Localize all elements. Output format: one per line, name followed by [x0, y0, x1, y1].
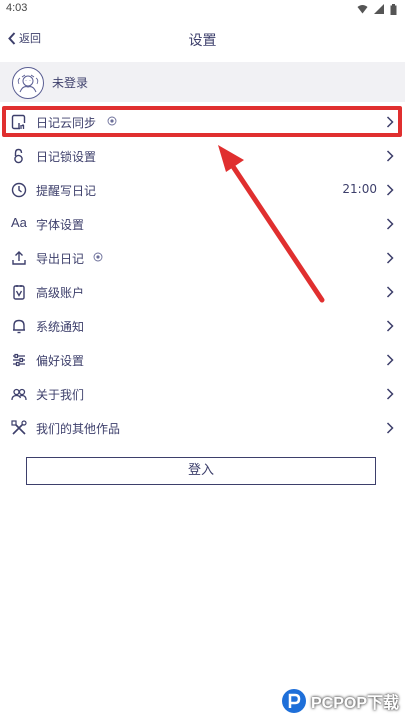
tools-icon — [11, 420, 27, 435]
menu-item-lock-settings[interactable]: 日记锁设置 — [0, 139, 405, 173]
menu-item-label: 偏好设置 — [36, 354, 85, 368]
menu-item-label: 日记锁设置 — [36, 150, 97, 164]
back-label: 返回 — [19, 32, 41, 45]
avatar — [12, 67, 44, 99]
menu-item-export[interactable]: 导出日记 — [0, 241, 405, 275]
chevron-right-icon — [386, 286, 394, 298]
settings-menu: 日记云同步 日记锁设置 提醒写日记 21:00 Aa 字体设置 导出日记 高级账… — [0, 105, 405, 445]
cloud-sync-icon — [11, 114, 27, 130]
team-icon — [11, 388, 27, 401]
menu-item-label: 导出日记 — [36, 252, 85, 266]
menu-item-preferences[interactable]: 偏好设置 — [0, 343, 405, 377]
wifi-icon — [357, 5, 368, 14]
menu-item-label: 高级账户 — [36, 286, 85, 300]
lock-icon — [14, 148, 23, 164]
menu-item-other-works[interactable]: 我们的其他作品 — [0, 411, 405, 445]
sliders-icon — [13, 353, 25, 367]
watermark-logo-icon — [281, 689, 306, 713]
menu-item-reminder[interactable]: 提醒写日记 21:00 — [0, 173, 405, 207]
profile-row[interactable]: 未登录 — [0, 62, 405, 102]
clock-icon — [11, 182, 27, 198]
battery-icon — [390, 3, 397, 15]
chevron-right-icon — [386, 320, 394, 332]
watermark-text: PCPOP下载 — [310, 695, 399, 712]
chevron-right-icon — [386, 218, 394, 230]
menu-item-label: 字体设置 — [36, 218, 85, 232]
menu-item-font-settings[interactable]: Aa 字体设置 — [0, 207, 405, 241]
signal-icon — [374, 4, 384, 14]
page-title: 设置 — [188, 33, 217, 49]
menu-item-cloud-sync[interactable]: 日记云同步 — [0, 105, 405, 139]
watermark: PCPOP下载 — [281, 688, 399, 714]
chevron-left-icon — [8, 31, 16, 45]
profile-name: 未登录 — [52, 76, 89, 90]
font-icon: Aa — [11, 215, 27, 230]
bell-icon — [13, 319, 25, 334]
menu-item-about-us[interactable]: 关于我们 — [0, 377, 405, 411]
login-button[interactable]: 登入 — [26, 457, 376, 485]
chevron-right-icon — [386, 252, 394, 264]
chevron-right-icon — [386, 150, 394, 162]
reminder-time-value: 21:00 — [342, 182, 377, 196]
menu-item-notifications[interactable]: 系统通知 — [0, 309, 405, 343]
sync-status-icon — [107, 116, 117, 126]
export-status-icon — [93, 252, 103, 262]
status-bar: 4:03 — [0, 0, 405, 18]
export-icon — [12, 251, 26, 265]
chevron-right-icon — [386, 422, 394, 434]
menu-item-premium-account[interactable]: 高级账户 — [0, 275, 405, 309]
chevron-right-icon — [386, 354, 394, 366]
system-icons — [357, 3, 397, 15]
menu-item-label: 系统通知 — [36, 320, 85, 334]
menu-item-label: 日记云同步 — [36, 116, 97, 130]
chevron-right-icon — [386, 116, 394, 128]
status-time: 4:03 — [6, 2, 28, 14]
chevron-right-icon — [386, 388, 394, 400]
premium-account-icon — [13, 285, 25, 300]
menu-item-label: 我们的其他作品 — [36, 422, 121, 436]
menu-item-label: 关于我们 — [36, 388, 85, 402]
chevron-right-icon — [386, 184, 394, 196]
header: 返回 设置 — [0, 22, 405, 56]
back-button[interactable]: 返回 — [8, 30, 41, 46]
avatar-illustration-icon — [17, 74, 39, 93]
menu-item-label: 提醒写日记 — [36, 184, 97, 198]
